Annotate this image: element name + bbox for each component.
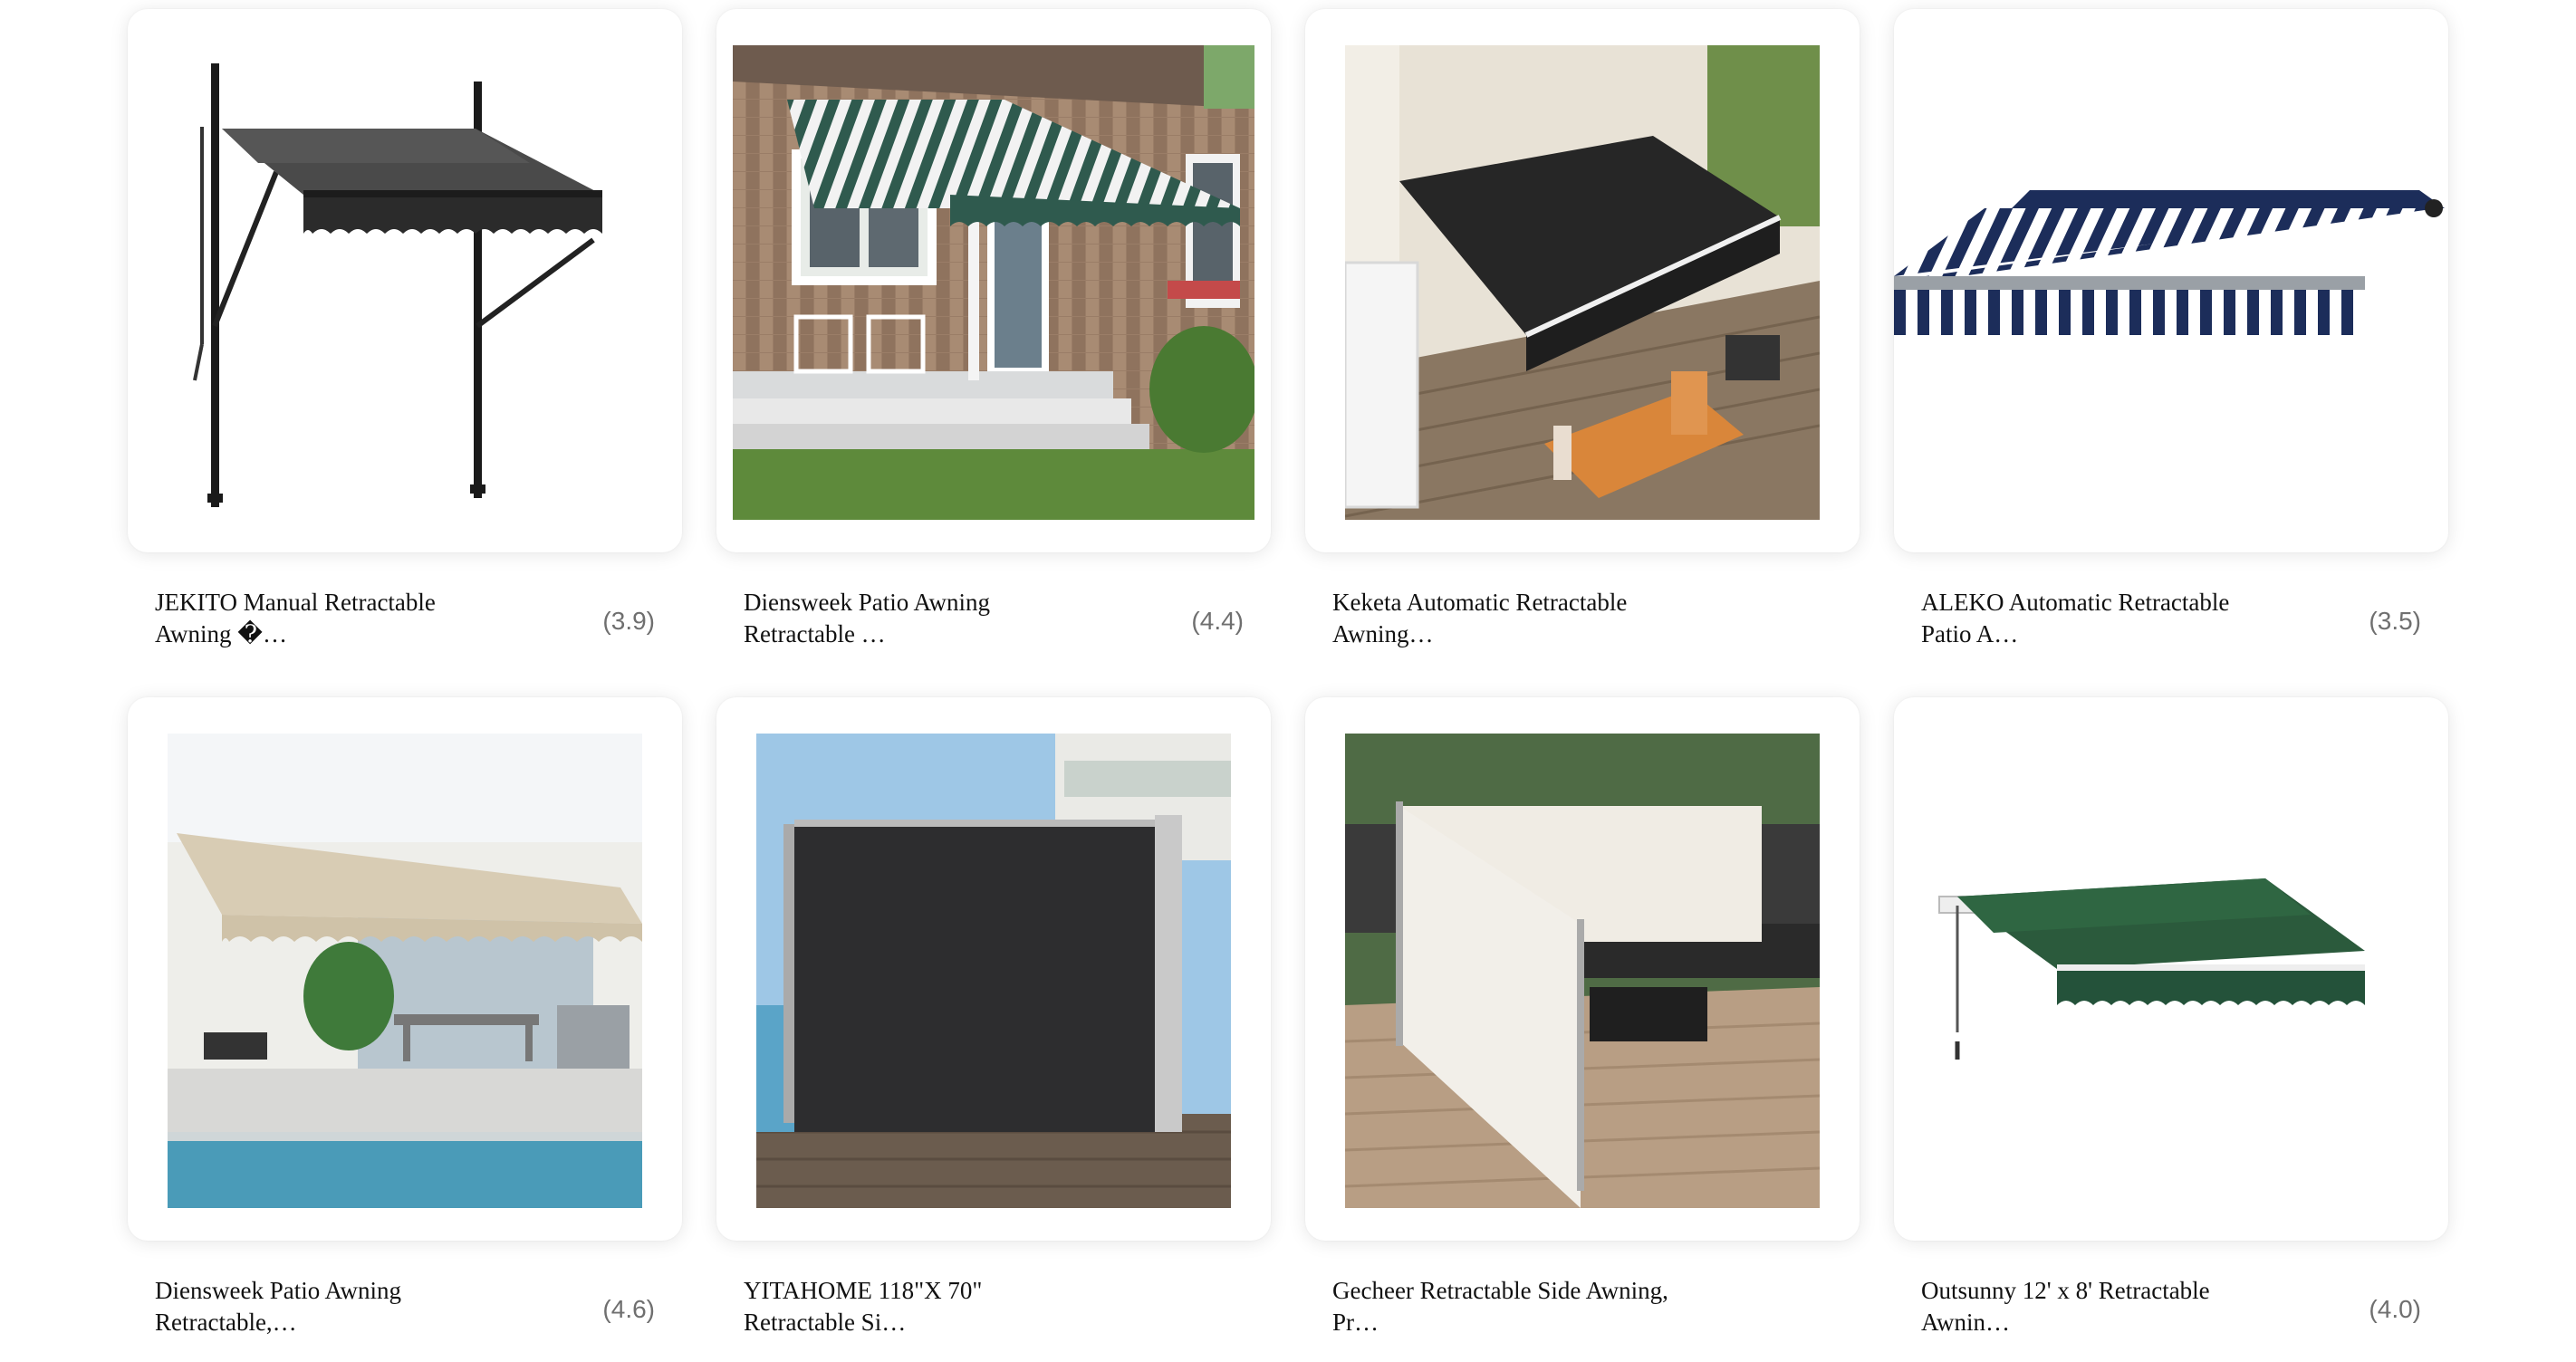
- product-image: [1894, 45, 2448, 520]
- product-grid: JEKITO Manual Retractable Awning �… (3.9…: [0, 0, 2576, 1362]
- product-meta: JEKITO Manual Retractable Awning �… (3.9…: [128, 580, 682, 657]
- product-title[interactable]: Diensweek Patio Awning Retractable,…: [155, 1275, 517, 1338]
- product-image-tile[interactable]: [1305, 9, 1860, 552]
- product-rating: (4.6): [602, 1295, 655, 1323]
- product-image: [168, 45, 642, 520]
- product-title[interactable]: Keketa Automatic Retractable Awning…: [1332, 587, 1695, 650]
- product-card[interactable]: Outsunny 12' x 8' Retractable Awnin… (4.…: [1894, 697, 2448, 1346]
- product-meta: Diensweek Patio Awning Retractable … (4.…: [716, 580, 1271, 657]
- product-title[interactable]: JEKITO Manual Retractable Awning �…: [155, 587, 517, 650]
- product-card[interactable]: Gecheer Retractable Side Awning, Pr…: [1305, 697, 1860, 1346]
- product-rating: (3.9): [602, 607, 655, 635]
- product-image-tile[interactable]: [716, 697, 1271, 1241]
- product-image: [733, 45, 1254, 520]
- product-title[interactable]: Outsunny 12' x 8' Retractable Awnin…: [1921, 1275, 2283, 1338]
- product-title[interactable]: ALEKO Automatic Retractable Patio A…: [1921, 587, 2283, 650]
- product-image-tile[interactable]: [1894, 697, 2448, 1241]
- product-image: [168, 734, 642, 1208]
- product-card[interactable]: Keketa Automatic Retractable Awning…: [1305, 9, 1860, 657]
- product-image: [756, 734, 1231, 1208]
- product-rating: (4.4): [1191, 607, 1244, 635]
- product-title[interactable]: Gecheer Retractable Side Awning, Pr…: [1332, 1275, 1695, 1338]
- product-title[interactable]: YITAHOME 118"X 70" Retractable Si…: [744, 1275, 1106, 1338]
- product-image-tile[interactable]: [716, 9, 1271, 552]
- product-meta: Gecheer Retractable Side Awning, Pr…: [1305, 1268, 1860, 1346]
- product-image-tile[interactable]: [1305, 697, 1860, 1241]
- product-card[interactable]: Diensweek Patio Awning Retractable,… (4.…: [128, 697, 682, 1346]
- product-image-tile[interactable]: [128, 9, 682, 552]
- product-meta: Diensweek Patio Awning Retractable,… (4.…: [128, 1268, 682, 1346]
- product-meta: Outsunny 12' x 8' Retractable Awnin… (4.…: [1894, 1268, 2448, 1346]
- product-meta: Keketa Automatic Retractable Awning…: [1305, 580, 1860, 657]
- product-image-tile[interactable]: [1894, 9, 2448, 552]
- product-image: [1345, 45, 1820, 520]
- product-rating: (4.0): [2369, 1295, 2421, 1323]
- product-card[interactable]: Diensweek Patio Awning Retractable … (4.…: [716, 9, 1271, 657]
- product-image-tile[interactable]: [128, 697, 682, 1241]
- product-meta: ALEKO Automatic Retractable Patio A… (3.…: [1894, 580, 2448, 657]
- product-card[interactable]: YITAHOME 118"X 70" Retractable Si…: [716, 697, 1271, 1346]
- product-image: [1921, 734, 2428, 1208]
- product-image: [1345, 734, 1820, 1208]
- product-card[interactable]: JEKITO Manual Retractable Awning �… (3.9…: [128, 9, 682, 657]
- product-rating: (3.5): [2369, 607, 2421, 635]
- product-title[interactable]: Diensweek Patio Awning Retractable …: [744, 587, 1106, 650]
- product-meta: YITAHOME 118"X 70" Retractable Si…: [716, 1268, 1271, 1346]
- product-card[interactable]: ALEKO Automatic Retractable Patio A… (3.…: [1894, 9, 2448, 657]
